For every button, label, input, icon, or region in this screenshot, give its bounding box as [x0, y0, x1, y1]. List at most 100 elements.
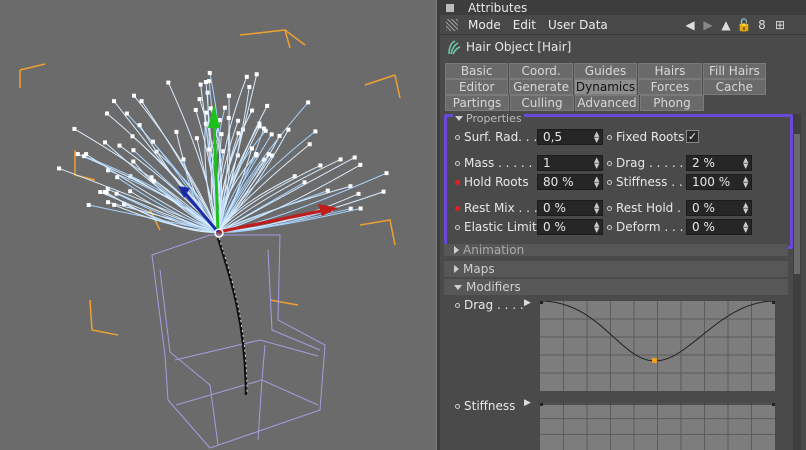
window-menu-icon[interactable] [446, 3, 454, 12]
menu-mode[interactable]: Mode [468, 18, 501, 32]
window-title: Attributes [468, 0, 528, 15]
keyframe-dot[interactable] [607, 205, 612, 211]
spinner-icon[interactable]: ▲ ▼ [594, 176, 600, 189]
tab-coord[interactable]: Coord. [509, 63, 573, 79]
field-value: 80 % [543, 175, 574, 189]
tab-phong[interactable]: Phong [640, 95, 704, 111]
expand-arrow-icon [454, 265, 459, 273]
tab-fill-hairs[interactable]: Fill Hairs [702, 63, 767, 79]
field-value: 0 % [692, 201, 715, 215]
new-panel-icon[interactable]: ⊞ [773, 18, 787, 32]
keyframe-dot[interactable] [607, 160, 612, 166]
spinner-icon[interactable]: ▲ ▼ [743, 202, 749, 215]
param-rest-hold: Rest Hold . . [607, 200, 689, 216]
field-value: 0 % [692, 220, 715, 234]
section-label: Animation [463, 243, 525, 257]
tab-hairs[interactable]: Hairs [638, 63, 702, 79]
up-arrow-icon[interactable]: ▲ [719, 18, 733, 32]
param-label: Mass . . . . . [464, 156, 533, 170]
menu-edit[interactable]: Edit [513, 18, 536, 32]
tab-guides[interactable]: Guides [573, 63, 638, 79]
param-label: Drag . . . . [464, 298, 524, 312]
param-drag: Drag . . . . . [607, 155, 683, 171]
curve-shape [151, 234, 326, 449]
param-surf-rad: Surf. Rad. . . [455, 129, 537, 145]
stiffness-input[interactable]: 100 % ▲ ▼ [686, 174, 752, 190]
stiffness-spline-graph[interactable] [540, 403, 775, 450]
keyframe-dot[interactable] [607, 179, 612, 185]
spinner-icon[interactable]: ▲ ▼ [594, 221, 600, 234]
section-properties[interactable]: Properties [453, 112, 524, 125]
title-bar: Attributes [440, 0, 806, 15]
hair-object-icon [448, 40, 461, 55]
3d-viewport[interactable] [0, 0, 436, 450]
field-value: 100 % [692, 175, 731, 189]
drag-input[interactable]: 2 % ▲ ▼ [686, 155, 752, 171]
panel-scrollbar[interactable] [793, 114, 801, 450]
lock-icon[interactable]: 🔓 [737, 18, 752, 32]
back-arrow-icon[interactable]: ◀ [683, 18, 697, 32]
section-animation[interactable]: Animation [444, 243, 788, 257]
tab-advanced[interactable]: Advanced [575, 95, 639, 111]
spinner-icon[interactable]: ▲ ▼ [594, 157, 600, 170]
tab-partings[interactable]: Partings [445, 95, 509, 111]
param-deform: Deform . . . . [607, 219, 691, 235]
section-maps[interactable]: Maps [444, 261, 788, 277]
tab-dynamics[interactable]: Dynamics [573, 79, 638, 95]
keyframe-dot[interactable] [455, 134, 460, 140]
tab-generate[interactable]: Generate [509, 79, 573, 95]
mass-input[interactable]: 1 ▲ ▼ [537, 155, 603, 171]
tab-editor[interactable]: Editor [445, 79, 509, 95]
spinner-icon[interactable]: ▲ ▼ [594, 202, 600, 215]
spinner-icon[interactable]: ▲ ▼ [743, 176, 749, 189]
param-fixed-roots: Fixed Roots [607, 129, 684, 145]
tab-basic[interactable]: Basic [445, 63, 509, 79]
keyframe-dot-animated[interactable] [455, 179, 460, 185]
param-mass: Mass . . . . . [455, 155, 532, 171]
spinner-icon[interactable]: ▲ ▼ [743, 221, 749, 234]
surf-rad-input[interactable]: 0,5 ▲ ▼ [537, 129, 603, 145]
fixed-roots-checkbox[interactable]: ✓ [686, 130, 699, 143]
param-hold-roots: Hold Roots [455, 174, 529, 190]
rest-mix-input[interactable]: 0 % ▲ ▼ [537, 200, 603, 216]
menu-user-data[interactable]: User Data [548, 18, 608, 32]
expand-arrow-icon[interactable]: ▶ [524, 398, 531, 408]
section-modifiers[interactable]: Modifiers [444, 279, 788, 295]
hold-roots-input[interactable]: 80 % ▲ ▼ [537, 174, 603, 190]
keyframe-dot[interactable] [455, 160, 460, 166]
tab-cache[interactable]: Cache [702, 79, 767, 95]
keyframe-dot[interactable] [455, 224, 460, 230]
section-label: Maps [463, 262, 495, 276]
expand-arrow-icon[interactable]: ▶ [524, 298, 531, 308]
scrollbar-thumb[interactable] [794, 134, 800, 274]
keyframe-dot[interactable] [455, 403, 460, 409]
forward-arrow-icon[interactable]: ▶ [701, 18, 715, 32]
grip-icon[interactable] [446, 18, 458, 31]
tab-culling[interactable]: Culling [510, 95, 574, 111]
collapse-arrow-icon [454, 284, 462, 290]
link-icon[interactable]: 8 [755, 18, 769, 32]
param-label: Surf. Rad. . . [464, 130, 538, 144]
field-value: 0 % [543, 220, 566, 234]
drag-spline-graph[interactable] [540, 301, 775, 391]
elastic-limit-input[interactable]: 0 % ▲ ▼ [537, 219, 603, 235]
field-value: 2 % [692, 156, 715, 170]
keyframe-dot[interactable] [607, 134, 612, 140]
param-label: Stiffness [464, 399, 516, 413]
spinner-icon[interactable]: ▲ ▼ [594, 131, 600, 144]
section-properties-label: Properties [466, 112, 522, 125]
section-label: Modifiers [466, 280, 521, 294]
deform-input[interactable]: 0 % ▲ ▼ [686, 219, 752, 235]
modifier-stiffness: Stiffness [455, 398, 515, 414]
param-label: Deform . . . . [616, 220, 692, 234]
viewport-scene [19, 29, 401, 449]
keyframe-dot[interactable] [455, 302, 460, 308]
toolbar-icons: ◀ ▶ ▲ 🔓 8 ⊞ [683, 18, 787, 32]
keyframe-dot-animated[interactable] [455, 205, 460, 211]
tab-forces[interactable]: Forces [638, 79, 702, 95]
hair-guides [57, 70, 389, 233]
param-stiffness: Stiffness . . . [607, 174, 690, 190]
rest-hold-input[interactable]: 0 % ▲ ▼ [686, 200, 752, 216]
spinner-icon[interactable]: ▲ ▼ [743, 157, 749, 170]
keyframe-dot[interactable] [607, 224, 612, 230]
